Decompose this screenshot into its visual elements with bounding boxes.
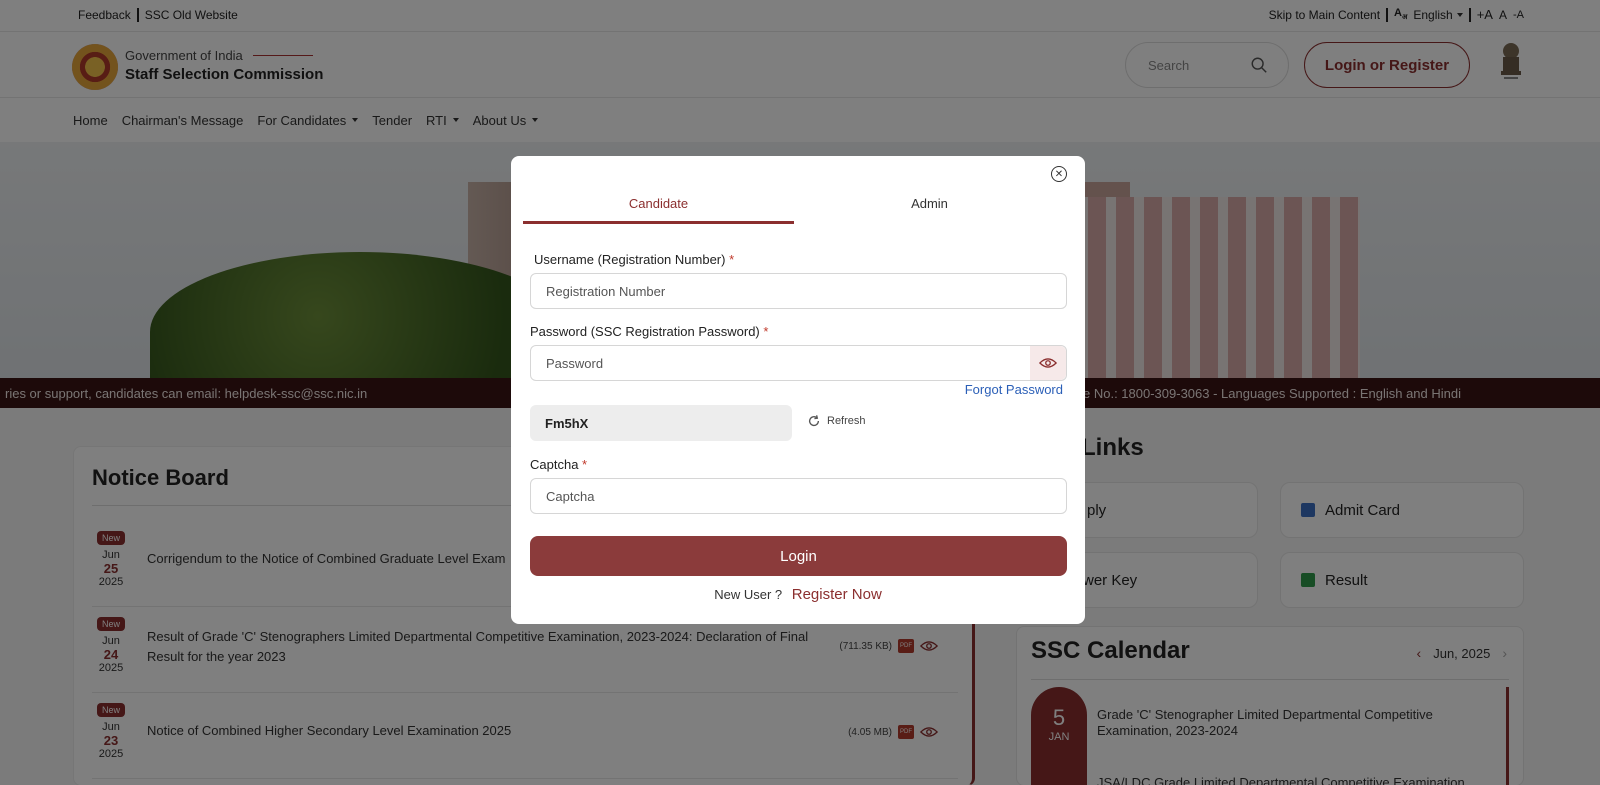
- captcha-label-text: Captcha: [530, 457, 579, 472]
- password-label: Password (SSC Registration Password) *: [530, 324, 768, 339]
- password-input[interactable]: Password: [530, 345, 1067, 381]
- username-placeholder: Registration Number: [546, 283, 666, 299]
- login-modal: ✕ Candidate Admin Username (Registration…: [511, 156, 1085, 624]
- register-now-link[interactable]: Register Now: [792, 586, 882, 603]
- password-placeholder: Password: [546, 355, 604, 371]
- new-user-row: New User ? Register Now: [511, 586, 1085, 603]
- captcha-placeholder: Captcha: [546, 488, 595, 504]
- required-mark: *: [582, 457, 588, 472]
- refresh-icon: [808, 415, 820, 427]
- required-mark: *: [729, 252, 735, 267]
- eye-icon: [1039, 358, 1057, 368]
- refresh-label: Refresh: [827, 415, 866, 427]
- password-label-text: Password (SSC Registration Password): [530, 324, 760, 339]
- close-icon[interactable]: ✕: [1051, 166, 1067, 182]
- refresh-captcha-button[interactable]: Refresh: [807, 414, 866, 428]
- username-label: Username (Registration Number) *: [534, 252, 734, 267]
- captcha-label: Captcha *: [530, 457, 587, 472]
- forgot-password-link[interactable]: Forgot Password: [965, 382, 1063, 397]
- new-user-text: New User ?: [714, 587, 783, 602]
- show-password-toggle[interactable]: [1030, 346, 1066, 380]
- username-input[interactable]: Registration Number: [530, 273, 1067, 309]
- tab-admin[interactable]: Admin: [794, 194, 1065, 224]
- captcha-input[interactable]: Captcha: [530, 478, 1067, 514]
- captcha-image: Fm5hX: [530, 405, 792, 441]
- login-tabs: Candidate Admin: [523, 194, 1065, 224]
- username-label-text: Username (Registration Number): [534, 252, 726, 267]
- tab-candidate[interactable]: Candidate: [523, 194, 794, 224]
- required-mark: *: [763, 324, 769, 339]
- login-submit-button[interactable]: Login: [530, 536, 1067, 576]
